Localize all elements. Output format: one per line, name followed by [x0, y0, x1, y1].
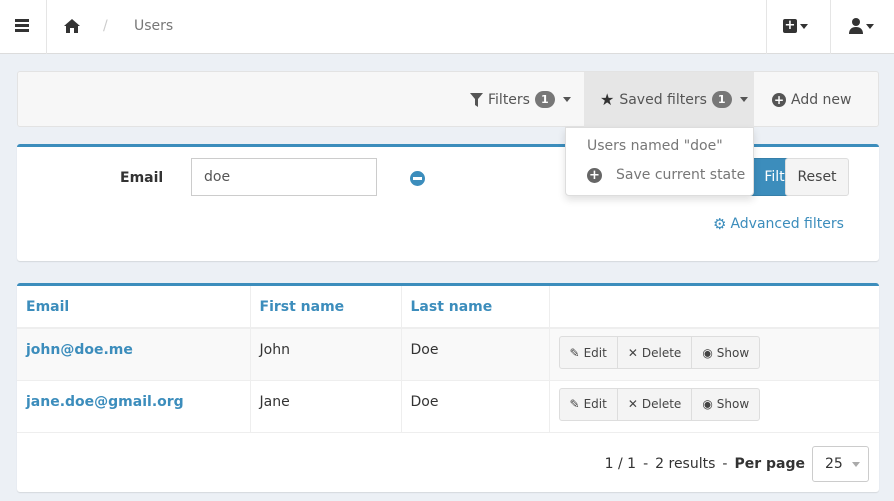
caret-down-icon [562, 97, 571, 102]
user-icon [849, 18, 863, 34]
column-email[interactable]: Email [17, 286, 251, 329]
edit-label: Edit [583, 345, 607, 360]
edit-button[interactable]: ✎ Edit [558, 336, 618, 369]
saved-count-badge: 1 [711, 91, 732, 108]
caret-down-icon [739, 97, 748, 102]
filter-icon [470, 92, 483, 107]
email-filter-label: Email [120, 170, 164, 186]
edit-label: Edit [583, 397, 607, 411]
saved-filters-dropdown: Users named "doe" + Save current state [565, 127, 754, 196]
per-page-value: 25 [825, 456, 843, 472]
row-actions: ✎ Edit ✕ Delete ◉ Show [558, 387, 871, 421]
column-last-name[interactable]: Last name [401, 286, 550, 329]
times-icon: ✕ [627, 345, 638, 360]
table-row: john@doe.me John Doe ✎ Edit ✕ Delete ◉ Show [17, 328, 879, 381]
delete-button[interactable]: ✕ Delete [616, 387, 693, 421]
show-label: Show [716, 397, 750, 411]
save-current-label: Save current state [616, 167, 746, 183]
breadcrumb-current: Users [134, 18, 174, 34]
delete-label: Delete [641, 345, 682, 360]
table-row: jane.doe@gmail.org Jane Doe ✎ Edit ✕ Delet… [17, 380, 879, 433]
edit-button[interactable]: ✎ Edit [558, 387, 618, 421]
saved-filters-label: Saved filters [619, 91, 707, 108]
times-icon: ✕ [627, 397, 638, 411]
last-name-cell: Doe [401, 380, 550, 433]
list-toolbar: Filters 1 ★ Saved filters 1 + Add new [17, 71, 879, 127]
column-first-name[interactable]: First name [250, 286, 402, 329]
top-navbar: / Users + [0, 0, 894, 54]
pencil-icon: ✎ [569, 397, 580, 411]
filters-label: Filters [488, 91, 530, 108]
last-name-cell: Doe [401, 328, 550, 381]
separator: - [643, 456, 649, 472]
per-page-select[interactable]: 25 [812, 446, 869, 482]
reset-button[interactable]: Reset [785, 158, 849, 196]
cogs-icon: ⚙ [713, 215, 727, 233]
home-icon[interactable] [63, 18, 81, 34]
add-menu-button[interactable]: + [783, 19, 808, 33]
first-name-cell: Jane [250, 380, 402, 433]
separator: - [722, 456, 728, 472]
star-icon: ★ [600, 90, 615, 109]
pencil-icon: ✎ [569, 345, 580, 360]
users-table-panel: Email First name Last name john@doe.me J… [17, 283, 879, 492]
user-menu-button[interactable] [849, 18, 874, 34]
results-count: 2 results [655, 456, 716, 472]
email-link[interactable]: john@doe.me [26, 342, 133, 358]
per-page-label: Per page [734, 456, 805, 472]
filters-count-badge: 1 [534, 91, 555, 108]
save-current-state-item[interactable]: + Save current state [587, 167, 745, 183]
breadcrumb-separator: / [103, 18, 108, 34]
eye-icon: ◉ [702, 345, 713, 360]
delete-label: Delete [641, 397, 682, 411]
show-button[interactable]: ◉ Show [691, 336, 761, 369]
pagination-info: 1 / 1- 2 results - Per page 25 [605, 446, 869, 482]
show-label: Show [716, 345, 750, 360]
filters-button[interactable]: Filters 1 [470, 72, 571, 127]
caret-down-icon [851, 461, 860, 467]
show-button[interactable]: ◉ Show [691, 387, 761, 421]
column-actions [549, 286, 879, 329]
add-new-label: Add new [791, 91, 852, 108]
delete-button[interactable]: ✕ Delete [616, 336, 693, 369]
remove-filter-icon[interactable] [410, 171, 425, 186]
first-name-cell: John [250, 328, 402, 381]
page-count: 1 / 1 [604, 456, 637, 472]
advanced-filters-link[interactable]: ⚙ Advanced filters [713, 215, 844, 233]
plus-square-icon: + [783, 18, 797, 33]
plus-circle-icon: + [587, 167, 602, 183]
email-filter-input[interactable] [191, 158, 377, 196]
advanced-filters-label: Advanced filters [730, 216, 844, 232]
users-table: Email First name Last name john@doe.me J… [17, 286, 879, 433]
add-new-button[interactable]: + Add new [772, 72, 852, 127]
saved-filters-button[interactable]: ★ Saved filters 1 [584, 72, 754, 127]
menu-toggle-icon[interactable] [15, 19, 29, 33]
saved-filter-item[interactable]: Users named "doe" [587, 138, 723, 154]
email-link[interactable]: jane.doe@gmail.org [26, 394, 184, 410]
eye-icon: ◉ [702, 397, 713, 411]
row-actions: ✎ Edit ✕ Delete ◉ Show [558, 336, 871, 369]
plus-circle-icon: + [772, 92, 786, 107]
